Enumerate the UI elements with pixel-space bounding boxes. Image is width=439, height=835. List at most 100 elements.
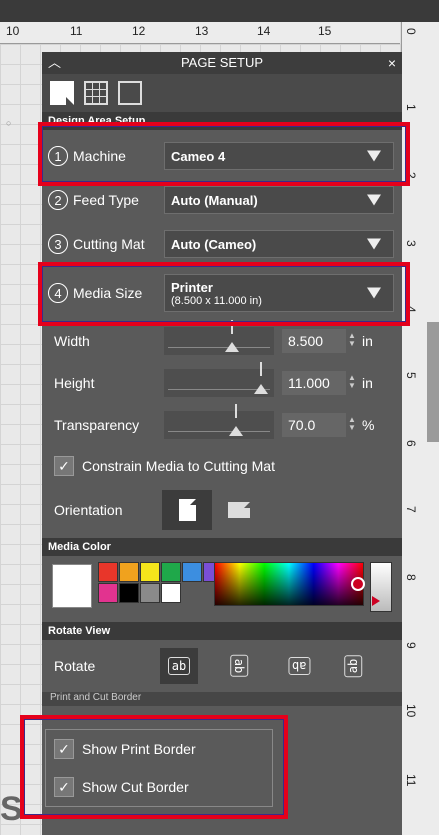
color-swatch[interactable] [119, 583, 139, 603]
step-number: 1 [48, 146, 68, 166]
color-swatch[interactable] [161, 562, 181, 582]
media-size-select[interactable]: Printer (8.500 x 11.000 in) [164, 274, 394, 312]
ruler-label: 8 [404, 574, 418, 581]
ruler-label: 4 [404, 306, 418, 313]
panel-title-bar: ︿ PAGE SETUP × [42, 52, 402, 74]
width-row: Width 8.500 ▲ ▼ in [42, 320, 402, 362]
current-color-swatch[interactable] [52, 564, 92, 608]
ruler-label: 2 [404, 172, 418, 179]
dropdown-arrow-icon [367, 150, 381, 162]
close-icon[interactable]: × [388, 52, 396, 74]
ruler-label: 10 [404, 704, 418, 718]
color-swatch[interactable] [140, 583, 160, 603]
grid-tab-icon[interactable] [84, 81, 108, 105]
panel-tabs [42, 74, 402, 112]
stepper-icon[interactable]: ▲ ▼ [348, 332, 356, 348]
machine-label: Machine [73, 148, 126, 164]
width-slider[interactable] [164, 320, 274, 355]
dropdown-arrow-icon [367, 287, 381, 299]
slider-thumb[interactable] [253, 362, 268, 394]
canvas-marker: ○ [6, 118, 12, 128]
vertical-scrollbar[interactable] [427, 322, 439, 442]
color-swatch[interactable] [161, 583, 181, 603]
color-swatch[interactable] [182, 562, 202, 582]
ruler-label: 11 [404, 774, 418, 787]
border-options: ✓ Show Print Border ✓ Show Cut Border [45, 729, 273, 807]
width-input[interactable]: 8.500 [282, 329, 346, 353]
machine-row: 1 Machine Cameo 4 [42, 134, 402, 178]
transparency-label: Transparency [54, 417, 140, 433]
spectrum-handle[interactable] [351, 577, 365, 591]
stepper-icon[interactable]: ▲ ▼ [348, 374, 356, 390]
transparency-slider[interactable] [164, 404, 274, 439]
landscape-icon [228, 502, 250, 518]
feed-type-row: 2 Feed Type Auto (Manual) [42, 178, 402, 222]
cut-border-checkbox[interactable]: ✓ [54, 777, 74, 797]
rotate-270-button[interactable]: ab [334, 648, 372, 684]
slider-line [168, 431, 270, 432]
cut-border-row: ✓ Show Cut Border [46, 768, 272, 806]
cut-border-label: Show Cut Border [82, 779, 189, 795]
color-swatch[interactable] [119, 562, 139, 582]
constrain-checkbox[interactable]: ✓ [54, 456, 74, 476]
landscape-button[interactable] [214, 490, 264, 530]
print-cut-section-title: Print and Cut Border [42, 692, 402, 706]
height-label: Height [54, 375, 95, 391]
horizontal-ruler: 10 11 12 13 14 15 [0, 22, 400, 44]
page-tab-icon[interactable] [50, 81, 74, 105]
cutting-mat-row: 3 Cutting Mat Auto (Cameo) [42, 222, 402, 266]
height-row: Height 11.000 ▲ ▼ in [42, 362, 402, 404]
feed-type-label: Feed Type [73, 192, 139, 208]
slider-thumb[interactable] [225, 320, 240, 352]
ruler-label: 15 [318, 24, 332, 38]
step-number: 2 [48, 190, 68, 210]
ruler-label: 3 [404, 240, 418, 247]
stepper-icon[interactable]: ▲ ▼ [348, 416, 356, 432]
print-border-checkbox[interactable]: ✓ [54, 739, 74, 759]
slider-line [168, 347, 270, 348]
brightness-pointer-icon[interactable] [372, 596, 380, 606]
ruler-label: 13 [195, 24, 209, 38]
transparency-row: Transparency 70.0 ▲ ▼ % [42, 404, 402, 446]
machine-select[interactable]: Cameo 4 [164, 142, 394, 170]
dropdown-arrow-icon [367, 238, 381, 250]
slider-thumb[interactable] [228, 404, 243, 436]
machine-label-group: 1 Machine [42, 146, 166, 166]
step-number: 3 [48, 234, 68, 254]
media-size-value: Printer [171, 279, 213, 295]
color-swatch[interactable] [98, 562, 118, 582]
print-border-row: ✓ Show Print Border [46, 730, 272, 768]
media-color-section-title: Media Color [42, 538, 402, 556]
ruler-label: 5 [404, 372, 418, 379]
chevron-up-icon[interactable]: ︿ [48, 52, 61, 74]
top-bar [0, 0, 439, 22]
app-window: ○ 10 11 12 13 14 15 0 1 2 3 4 5 6 7 8 9 … [0, 0, 439, 835]
color-swatch[interactable] [140, 562, 160, 582]
panel-title: PAGE SETUP [180, 55, 264, 70]
portrait-button[interactable] [162, 490, 212, 530]
cutting-mat-select[interactable]: Auto (Cameo) [164, 230, 394, 258]
ruler-label: 11 [70, 24, 83, 38]
rotate-180-button[interactable]: ab [280, 648, 318, 684]
print-border-label: Show Print Border [82, 741, 196, 757]
transparency-unit: % [362, 417, 375, 433]
height-input[interactable]: 11.000 [282, 371, 346, 395]
machine-value: Cameo 4 [171, 148, 226, 164]
color-spectrum[interactable] [214, 562, 365, 606]
rotate-0-button[interactable]: ab [160, 648, 198, 684]
step-number: 4 [48, 283, 68, 303]
rotate-90-button[interactable]: ab [220, 648, 258, 684]
ruler-label: 14 [257, 24, 271, 38]
rotate-0-icon: ab [167, 657, 191, 675]
media-size-row: 4 Media Size Printer (8.500 x 11.000 in) [42, 266, 402, 320]
app-logo-icon: S [0, 790, 23, 828]
rotate-180-icon: ab [287, 657, 311, 675]
orientation-row: Orientation [42, 486, 402, 534]
color-swatch[interactable] [98, 583, 118, 603]
height-slider[interactable] [164, 362, 274, 397]
feed-type-select[interactable]: Auto (Manual) [164, 186, 394, 214]
media-size-label-group: 4 Media Size [42, 283, 166, 303]
portrait-icon [178, 499, 196, 521]
transparency-input[interactable]: 70.0 [282, 413, 346, 437]
registration-tab-icon[interactable] [118, 81, 142, 105]
